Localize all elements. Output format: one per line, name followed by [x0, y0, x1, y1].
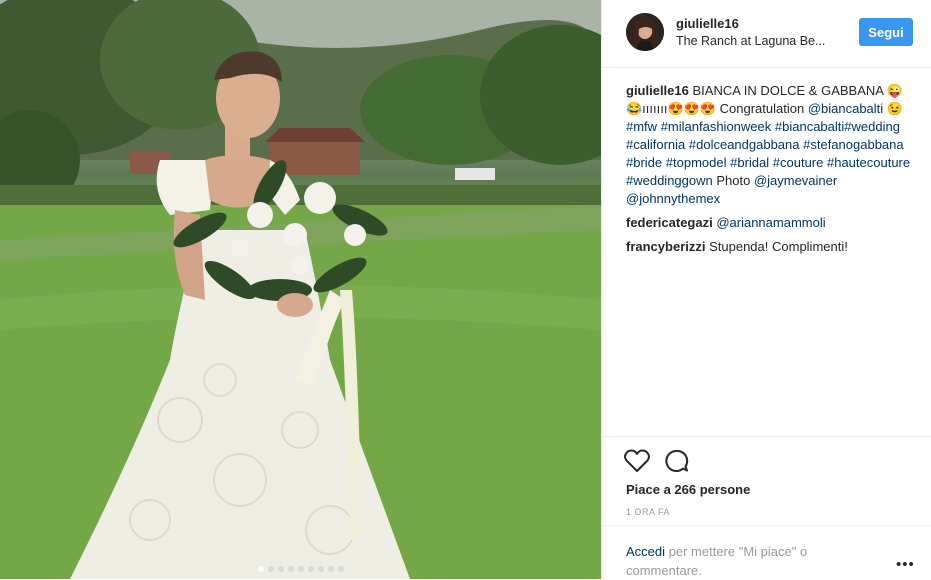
post-sidebar: giulielle16 The Ranch at Laguna Be... Se…	[601, 0, 931, 579]
post-photo[interactable]	[0, 0, 601, 579]
caption-hashtag[interactable]: #stefanogabbana	[803, 137, 903, 152]
caption-segment: Photo	[712, 173, 754, 188]
carousel-dot[interactable]	[257, 566, 264, 572]
comment-username[interactable]: federicategazi	[626, 215, 713, 230]
comments-list: giulielle16 BIANCA IN DOLCE & GABBANA 😜😂…	[626, 82, 916, 262]
post-location[interactable]: The Ranch at Laguna Be...	[676, 34, 836, 48]
caption-hashtag[interactable]: @jaymevainer	[754, 173, 837, 188]
comment-username[interactable]: francyberizzi	[626, 239, 705, 254]
action-icons	[624, 449, 700, 478]
login-link[interactable]: Accedi	[626, 544, 665, 559]
post-timestamp[interactable]: 1 ORA FA	[626, 507, 670, 517]
post-header: giulielle16 The Ranch at Laguna Be... Se…	[602, 0, 931, 68]
caption-hashtag[interactable]: #bridal	[730, 155, 769, 170]
avatar-image	[626, 13, 664, 51]
caption-segment: 😉	[883, 101, 903, 116]
carousel-dot[interactable]	[287, 566, 294, 572]
caption-hashtag[interactable]: #hautecouture	[827, 155, 910, 170]
caption-hashtag[interactable]: #milanfashionweek	[661, 119, 772, 134]
carousel-dot[interactable]	[317, 566, 324, 572]
post-actions: Piace a 266 persone 1 ORA FA	[602, 436, 931, 517]
comment-text: Stupenda! Complimenti!	[709, 239, 848, 254]
comment-mention[interactable]: @ariannamammoli	[716, 215, 825, 230]
login-text: Accedi per mettere "Mi piace" o commenta…	[626, 542, 846, 580]
carousel-dot[interactable]	[277, 566, 284, 572]
instagram-post-embed: giulielle16 The Ranch at Laguna Be... Se…	[0, 0, 931, 579]
comment-icon[interactable]	[664, 449, 690, 478]
caption-hashtag[interactable]: #mfw	[626, 119, 657, 134]
caption-hashtag[interactable]: @johnnythemex	[626, 191, 720, 206]
comment-item: francyberizzi Stupenda! Complimenti!	[626, 238, 916, 256]
caption-hashtag[interactable]: #bride	[626, 155, 662, 170]
carousel-dot[interactable]	[327, 566, 334, 572]
caption-hashtag[interactable]: #topmodel	[666, 155, 727, 170]
more-options-icon[interactable]: •••	[896, 556, 915, 573]
carousel-dot[interactable]	[307, 566, 314, 572]
avatar[interactable]	[626, 13, 664, 51]
follow-button[interactable]: Segui	[859, 18, 913, 46]
caption-text: BIANCA IN DOLCE & GABBANA 😜😂ııııııı😍😍😍 C…	[626, 83, 910, 206]
caption-hashtag[interactable]: #california	[626, 137, 685, 152]
comment-item: federicategazi @ariannamammoli	[626, 214, 916, 232]
carousel-indicator	[0, 559, 601, 577]
carousel-dot[interactable]	[297, 566, 304, 572]
caption-username[interactable]: giulielle16	[626, 83, 689, 98]
heart-icon[interactable]	[624, 449, 650, 478]
likes-count[interactable]: Piace a 266 persone	[626, 482, 750, 497]
caption-hashtag[interactable]: #weddinggown	[626, 173, 713, 188]
caption-hashtag[interactable]: @biancabalti	[808, 101, 883, 116]
carousel-dot[interactable]	[337, 566, 344, 572]
post-username[interactable]: giulielle16	[676, 16, 739, 31]
caption-hashtag[interactable]: #dolceandgabbana	[689, 137, 800, 152]
caption: giulielle16 BIANCA IN DOLCE & GABBANA 😜😂…	[626, 82, 916, 208]
photo-illustration	[0, 0, 601, 579]
carousel-dot[interactable]	[267, 566, 274, 572]
login-prompt: Accedi per mettere "Mi piace" o commenta…	[602, 525, 931, 578]
caption-hashtag[interactable]: #biancabalti#wedding	[775, 119, 900, 134]
caption-hashtag[interactable]: #couture	[773, 155, 824, 170]
